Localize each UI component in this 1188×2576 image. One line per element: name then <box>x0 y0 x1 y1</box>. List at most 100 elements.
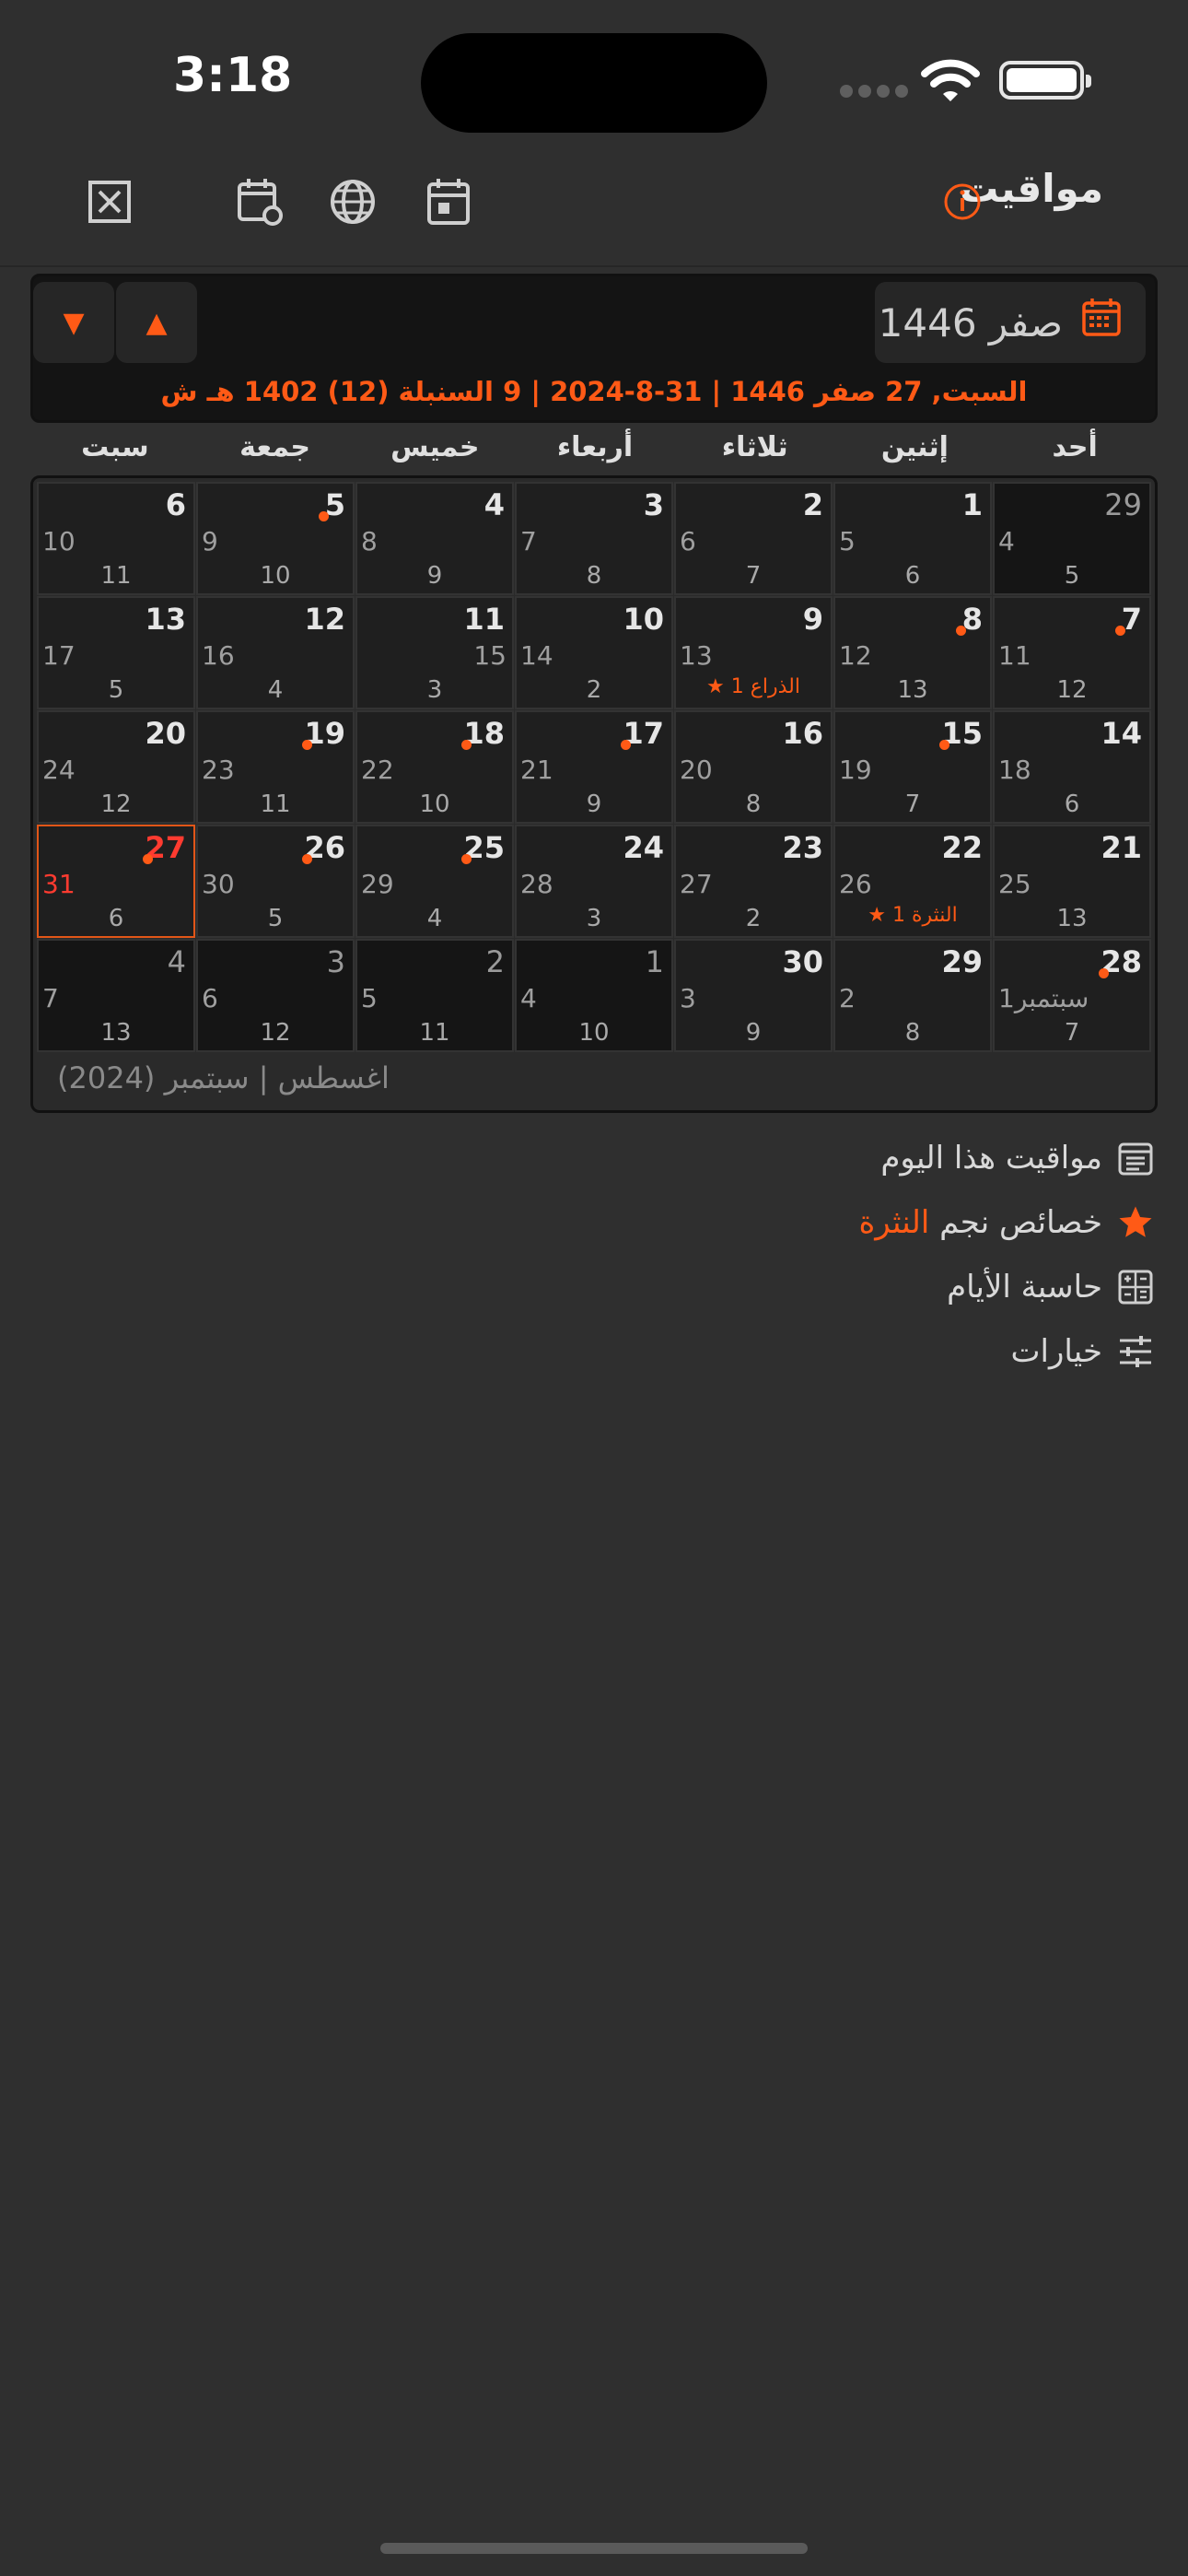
gregorian-day: 12 <box>839 640 872 671</box>
gregorian-day: 7 <box>520 526 537 556</box>
calendar-today-icon[interactable] <box>416 170 481 234</box>
solar-day: 6 <box>1064 790 1080 818</box>
day-cell[interactable]: 2 6 7 <box>674 482 833 595</box>
day-cell[interactable]: 15 19 7 <box>833 710 992 824</box>
day-cell[interactable]: 25 29 4 <box>355 825 514 938</box>
gregorian-day: 15 <box>473 640 507 671</box>
hijri-day: 4 <box>167 944 186 979</box>
event-dot-icon <box>461 854 472 864</box>
event-dot-icon <box>1115 626 1125 636</box>
menu-item-label: خيارات <box>1010 1333 1102 1370</box>
day-cell[interactable]: 29 2 8 <box>833 939 992 1052</box>
navigation-bar: مواقيت <box>0 147 1188 267</box>
day-cell[interactable]: 11 15 3 <box>355 596 514 709</box>
solar-day: 11 <box>100 562 132 590</box>
gregorian-day: 14 <box>520 640 553 671</box>
hijri-day: 22 <box>941 830 983 865</box>
hijri-day: 1 <box>645 944 664 979</box>
day-cell[interactable]: 28 1سبتمبر 7 <box>993 939 1151 1052</box>
gregorian-day: 16 <box>202 640 235 671</box>
hijri-day: 29 <box>941 944 983 979</box>
day-cell[interactable]: 22 26 النثرة 1 ★ <box>833 825 992 938</box>
weekday-label: سبت <box>81 431 149 463</box>
day-cell[interactable]: 10 14 2 <box>515 596 673 709</box>
close-icon[interactable] <box>77 170 142 234</box>
status-time: 3:18 <box>173 48 293 103</box>
solar-day: 9 <box>745 1019 762 1047</box>
gregorian-day: 22 <box>361 755 394 785</box>
solar-day: 8 <box>586 562 602 590</box>
month-label: صفر 1446 <box>878 299 1063 345</box>
solar-day: 6 <box>108 905 124 932</box>
gregorian-day: 21 <box>520 755 553 785</box>
day-cell[interactable]: 12 16 4 <box>196 596 355 709</box>
day-cell[interactable]: 24 28 3 <box>515 825 673 938</box>
day-cell[interactable]: 1 4 10 <box>515 939 673 1052</box>
day-cell[interactable]: 7 11 12 <box>993 596 1151 709</box>
day-cell[interactable]: 23 27 2 <box>674 825 833 938</box>
menu-item-label: حاسبة الأيام <box>947 1269 1102 1306</box>
solar-day: 9 <box>426 562 443 590</box>
day-cell[interactable]: 29 4 5 <box>993 482 1151 595</box>
day-cell[interactable]: 9 13 الذراع 1 ★ <box>674 596 833 709</box>
options-menu: مواقيت هذا اليوم خصائص نجم النثرة حاسبة … <box>605 1126 1158 1384</box>
solar-day: 7 <box>1064 1019 1080 1047</box>
home-indicator <box>380 2543 808 2554</box>
event-dot-icon <box>1099 968 1109 978</box>
hijri-day: 30 <box>782 944 823 979</box>
hijri-day: 9 <box>802 602 823 637</box>
day-cell[interactable]: 8 12 13 <box>833 596 992 709</box>
day-cell[interactable]: 18 22 10 <box>355 710 514 824</box>
next-month-button[interactable]: ▼ <box>33 282 114 363</box>
solar-day: 13 <box>897 676 928 704</box>
menu-item-options[interactable]: خيارات <box>605 1319 1158 1384</box>
solar-day: 6 <box>904 562 921 590</box>
hijri-day: 23 <box>782 830 823 865</box>
previous-month-button[interactable]: ▲ <box>116 282 197 363</box>
gregorian-day: 27 <box>680 869 713 899</box>
calendar-days: 29 4 5 1 5 6 2 6 7 3 7 8 4 8 9 5 9 10 6 10 11 7 11 12 8 12 13 9 13 ال… <box>37 482 1151 1052</box>
wifi-icon <box>921 59 980 101</box>
solar-day: 3 <box>586 905 602 932</box>
day-cell[interactable]: 30 3 9 <box>674 939 833 1052</box>
gregorian-day: 23 <box>202 755 235 785</box>
day-cell[interactable]: 1 5 6 <box>833 482 992 595</box>
day-cell[interactable]: 3 7 8 <box>515 482 673 595</box>
day-cell[interactable]: 21 25 13 <box>993 825 1151 938</box>
day-cell[interactable]: 16 20 8 <box>674 710 833 824</box>
day-cell[interactable]: 20 24 12 <box>37 710 195 824</box>
day-cell[interactable]: 6 10 11 <box>37 482 195 595</box>
day-cell[interactable]: 13 17 5 <box>37 596 195 709</box>
hijri-day: 6 <box>165 487 186 522</box>
solar-day: 11 <box>419 1019 450 1047</box>
star-prefix: خصائص نجم <box>939 1204 1102 1241</box>
day-cell[interactable]: 5 9 10 <box>196 482 355 595</box>
gregorian-day: 20 <box>680 755 713 785</box>
day-cell[interactable]: 17 21 9 <box>515 710 673 824</box>
calendar-refresh-icon[interactable] <box>228 170 293 234</box>
day-cell[interactable]: 2 5 11 <box>355 939 514 1052</box>
day-cell[interactable]: 19 23 11 <box>196 710 355 824</box>
globe-icon[interactable] <box>320 170 385 234</box>
weekday-label: أحد <box>1052 431 1098 463</box>
day-cell[interactable]: 4 8 9 <box>355 482 514 595</box>
day-cell[interactable]: 4 7 13 <box>37 939 195 1052</box>
solar-day: 4 <box>426 905 443 932</box>
menu-item-today-times[interactable]: مواقيت هذا اليوم <box>605 1126 1158 1190</box>
info-icon[interactable] <box>930 170 995 234</box>
gregorian-day: 19 <box>839 755 872 785</box>
weekday-label: أربعاء <box>556 431 634 463</box>
cellular-signal-icon <box>840 85 908 98</box>
gregorian-day: 18 <box>998 755 1031 785</box>
weekday-label: جمعة <box>239 431 311 463</box>
day-cell-today[interactable]: 27 31 6 <box>37 825 195 938</box>
menu-item-star-properties[interactable]: خصائص نجم النثرة <box>605 1190 1158 1255</box>
event-dot-icon <box>461 740 472 750</box>
day-cell[interactable]: 26 30 5 <box>196 825 355 938</box>
menu-item-days-calculator[interactable]: حاسبة الأيام <box>605 1255 1158 1319</box>
star-icon: ★ <box>868 904 892 927</box>
hijri-day: 12 <box>304 602 345 637</box>
day-cell[interactable]: 14 18 6 <box>993 710 1151 824</box>
day-cell[interactable]: 3 6 12 <box>196 939 355 1052</box>
hijri-day: 13 <box>145 602 186 637</box>
